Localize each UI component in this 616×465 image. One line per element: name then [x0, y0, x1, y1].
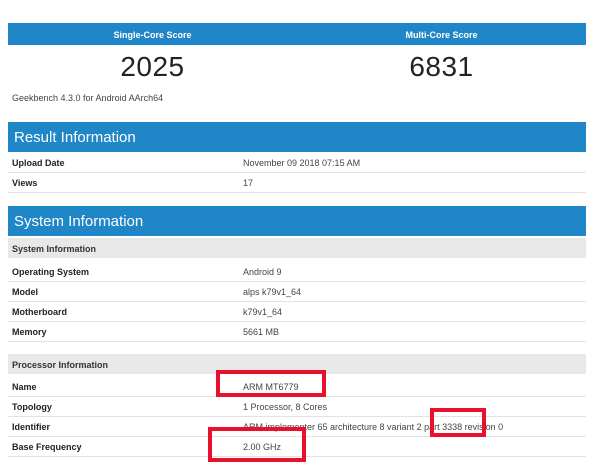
table-row: Views 17 — [8, 173, 586, 193]
part-highlight-box — [430, 408, 486, 437]
multi-core-label: Multi-Core Score — [405, 30, 478, 40]
single-core-label: Single-Core Score — [113, 30, 192, 40]
score-header: Single-Core Score Multi-Core Score — [8, 23, 586, 45]
row-value: k79v1_64 — [243, 307, 283, 317]
row-key: Topology — [12, 402, 52, 412]
row-key: Model — [12, 287, 38, 297]
version-text: Geekbench 4.3.0 for Android AArch64 — [12, 93, 164, 103]
system-subheader-label: System Information — [12, 244, 97, 254]
table-row: Motherboard k79v1_64 — [8, 302, 586, 322]
table-row: Upload Date November 09 2018 07:15 AM — [8, 153, 586, 173]
table-row: Memory 5661 MB — [8, 322, 586, 342]
row-value: November 09 2018 07:15 AM — [243, 158, 361, 168]
processor-subheader-label: Processor Information — [12, 360, 109, 370]
multi-core-score: 6831 — [409, 51, 474, 82]
result-information-header: Result Information — [8, 122, 586, 152]
row-value: 5661 MB — [243, 327, 280, 337]
row-key: Memory — [12, 327, 47, 337]
score-values: 2025 6831 — [8, 45, 586, 87]
table-row: Model alps k79v1_64 — [8, 282, 586, 302]
row-value: 1 Processor, 8 Cores — [243, 402, 328, 412]
name-highlight-box — [216, 370, 326, 397]
row-key: Upload Date — [12, 158, 65, 168]
row-value: Android 9 — [243, 267, 282, 277]
row-key: Base Frequency — [12, 442, 82, 452]
row-value: 17 — [243, 178, 254, 188]
row-key: Operating System — [12, 267, 90, 277]
result-information-title: Result Information — [14, 129, 136, 146]
system-information-header: System Information — [8, 206, 586, 236]
table-row: Operating System Android 9 — [8, 262, 586, 282]
system-subheader: System Information — [8, 238, 586, 258]
frequency-highlight-box — [208, 427, 306, 462]
row-key: Motherboard — [12, 307, 67, 317]
table-row: Topology 1 Processor, 8 Cores — [8, 397, 586, 417]
row-value: alps k79v1_64 — [243, 287, 302, 297]
row-key: Identifier — [12, 422, 51, 432]
row-key: Name — [12, 382, 37, 392]
single-core-score: 2025 — [120, 51, 185, 82]
system-information-title: System Information — [14, 213, 144, 230]
row-key: Views — [12, 178, 38, 188]
